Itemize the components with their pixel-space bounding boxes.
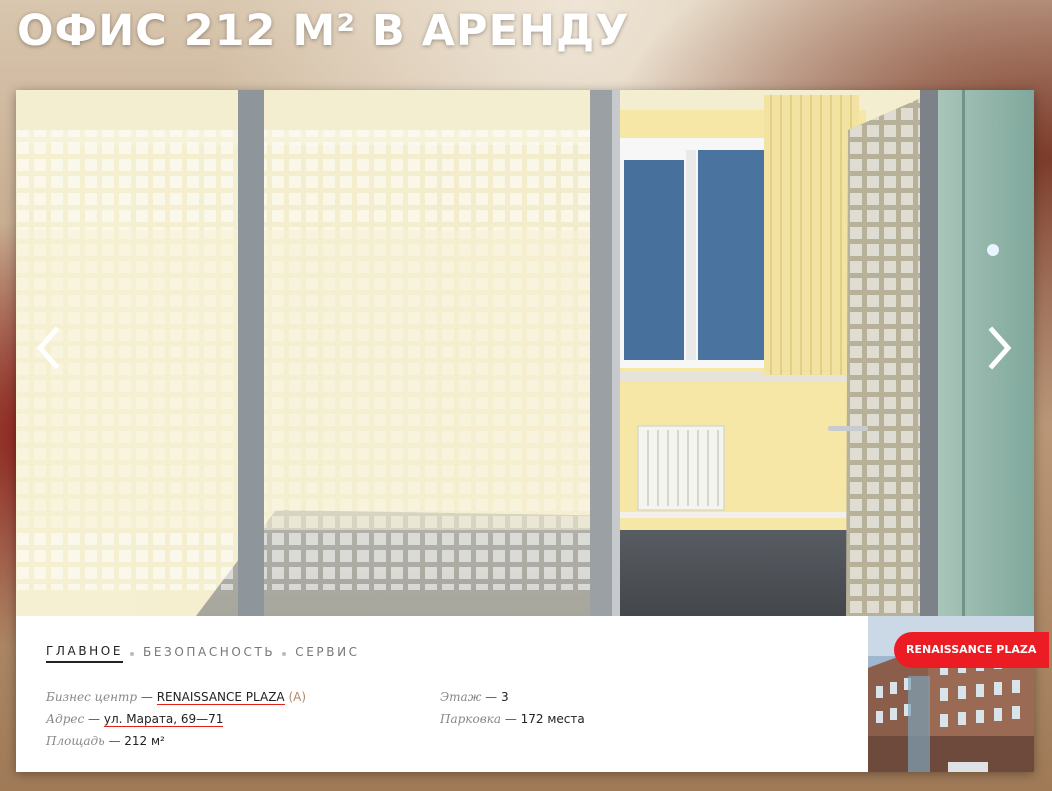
slider-prev-button[interactable]	[30, 322, 70, 374]
detail-business-center: Бизнес центр — RENAISSANCE PLAZA (А)	[46, 686, 306, 708]
detail-label: Этаж	[440, 690, 482, 704]
detail-area: Площадь — 212 м²	[46, 730, 306, 752]
details-column-right: Этаж — 3 Парковка — 172 места	[440, 686, 585, 730]
area-value: 212 м²	[124, 734, 165, 748]
tab-security[interactable]: БЕЗОПАСНОСТЬ	[143, 645, 275, 662]
tab-main[interactable]: ГЛАВНОЕ	[46, 644, 124, 663]
parking-value: 172 места	[520, 712, 585, 726]
detail-separator: —	[137, 690, 157, 704]
detail-label: Бизнес центр	[46, 690, 138, 704]
details-column-left: Бизнес центр — RENAISSANCE PLAZA (А) Адр…	[46, 686, 306, 752]
detail-separator: —	[84, 712, 104, 726]
floor-value: 3	[501, 690, 509, 704]
listing-info: ГЛАВНОЕ БЕЗОПАСНОСТЬ СЕРВИС Бизнес центр…	[16, 616, 868, 772]
address-link[interactable]: ул. Марата, 69—71	[103, 712, 224, 727]
tab-separator	[130, 651, 135, 656]
tab-service[interactable]: СЕРВИС	[295, 645, 359, 662]
slider-next-button[interactable]	[980, 322, 1020, 374]
listing-card: ГЛАВНОЕ БЕЗОПАСНОСТЬ СЕРВИС Бизнес центр…	[16, 90, 1050, 772]
detail-parking: Парковка — 172 места	[440, 708, 585, 730]
detail-address: Адрес — ул. Марата, 69—71	[46, 708, 306, 730]
business-center-link[interactable]: RENAISSANCE PLAZA	[156, 690, 285, 705]
detail-separator: —	[104, 734, 125, 748]
office-interior-photo	[16, 90, 1034, 616]
chevron-left-icon	[36, 326, 60, 370]
page-title: ОФИС 212 М² В АРЕНДУ	[17, 6, 630, 56]
detail-separator: —	[481, 690, 501, 704]
chevron-right-icon	[988, 326, 1012, 370]
photo-slider[interactable]	[16, 90, 1034, 616]
detail-label: Парковка	[440, 712, 501, 726]
detail-separator: —	[501, 712, 521, 726]
detail-label: Площадь	[46, 734, 105, 748]
detail-label: Адрес	[46, 712, 85, 726]
detail-floor: Этаж — 3	[440, 686, 585, 708]
business-center-badge[interactable]: RENAISSANCE PLAZA	[894, 632, 1050, 668]
info-tabs: ГЛАВНОЕ БЕЗОПАСНОСТЬ СЕРВИС	[46, 644, 360, 663]
business-center-class: (А)	[284, 690, 307, 704]
tab-separator	[282, 651, 287, 656]
